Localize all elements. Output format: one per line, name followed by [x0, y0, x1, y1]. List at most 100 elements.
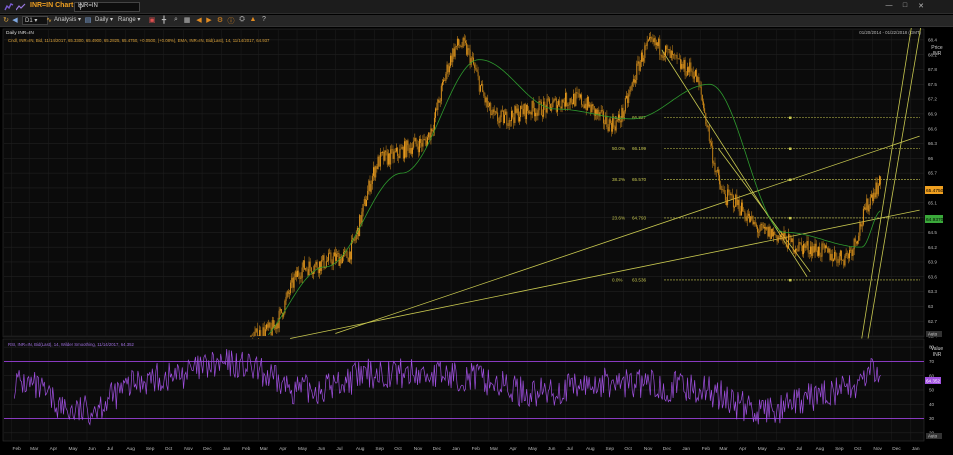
candle-body: [760, 223, 762, 231]
candle-body: [464, 40, 466, 43]
next-icon[interactable]: ▶: [205, 16, 213, 24]
price-tick-label: 63: [928, 304, 934, 309]
candle-body: [759, 230, 761, 232]
candle-body: [360, 215, 362, 225]
candle-body: [652, 39, 654, 43]
fib-handle[interactable]: [789, 278, 792, 282]
export-icon[interactable]: ▲: [249, 16, 257, 23]
candle-body: [826, 245, 827, 249]
candle-body: [499, 117, 501, 123]
candle-body: [621, 107, 623, 123]
close-icon[interactable]: ✕: [916, 2, 926, 10]
help-icon[interactable]: ?: [260, 16, 268, 23]
candle-body: [368, 180, 370, 191]
instrument-search-input[interactable]: INR=IN ⚲: [74, 2, 140, 12]
link-icon[interactable]: ↻: [2, 16, 10, 24]
interval-menu[interactable]: Daily ▾: [95, 16, 113, 23]
candle-body: [333, 252, 335, 257]
candle-body: [305, 268, 307, 270]
candle-body: [877, 185, 879, 195]
candle-body: [386, 151, 388, 165]
time-tick-label: Aug: [126, 446, 135, 452]
candle-body: [322, 255, 324, 261]
candle-body: [410, 148, 412, 154]
candle-body: [874, 192, 876, 198]
candle-body: [792, 238, 794, 252]
prev-icon[interactable]: ◀: [195, 16, 203, 24]
candle-body: [711, 142, 712, 146]
candle-body: [611, 123, 612, 132]
candle-body: [336, 253, 338, 261]
candle-body: [834, 252, 836, 260]
candle-body: [470, 58, 472, 65]
last-price-label: 65.4750: [926, 188, 944, 194]
candle-body: [709, 140, 711, 143]
time-tick-label: Nov: [644, 446, 653, 452]
color-picker-icon[interactable]: ▣: [148, 16, 156, 24]
candle-body: [615, 120, 617, 131]
candle-body: [435, 108, 436, 118]
candle-body: [800, 242, 802, 246]
candle-body: [508, 120, 510, 126]
grid-icon[interactable]: ▦: [183, 16, 191, 24]
candle-body: [805, 245, 807, 248]
chart-canvas[interactable]: Daily INR=IN 01/20/2014 - 01/22/2018 (GM…: [0, 28, 953, 455]
settings-icon[interactable]: ⛭: [238, 16, 246, 24]
candle-body: [811, 246, 813, 256]
candle-body: [330, 252, 332, 262]
candle-body: [703, 101, 704, 109]
time-tick-label: Jan: [452, 446, 460, 452]
fib-pct-label: 23.6%: [612, 215, 625, 220]
fib-handle[interactable]: [789, 147, 792, 151]
rsi-tick-label: 40: [929, 402, 935, 407]
candle-body: [468, 48, 470, 50]
candle-body: [563, 102, 565, 107]
candle-body: [287, 291, 289, 294]
candle-body: [816, 250, 818, 256]
candle-body: [675, 54, 677, 56]
minimize-icon[interactable]: —: [884, 2, 894, 9]
candle-body: [425, 140, 427, 146]
refresh-icon[interactable]: ◀: [11, 16, 19, 24]
candle-body: [481, 83, 482, 86]
candle-body: [382, 151, 384, 154]
chart-type-icon[interactable]: [16, 3, 26, 11]
candle-body: [509, 120, 511, 122]
analysis-menu[interactable]: Analysis ▾: [54, 16, 81, 23]
candle-body: [757, 226, 758, 233]
candle-body: [257, 338, 259, 339]
candle-body: [328, 253, 330, 261]
candle-body: [407, 140, 409, 146]
magnifier-icon[interactable]: ⚲: [78, 3, 137, 11]
candle-body: [876, 182, 878, 195]
crosshair-icon[interactable]: ╋: [160, 16, 168, 24]
candle-body: [533, 108, 535, 117]
interval-icon[interactable]: ▤: [84, 16, 92, 24]
maximize-icon[interactable]: □: [900, 2, 910, 9]
candle-body: [515, 106, 517, 113]
candle-body: [346, 250, 348, 258]
fib-handle[interactable]: [789, 216, 792, 220]
analysis-icon[interactable]: ∿: [45, 16, 53, 24]
price-tick-label: 65.1: [928, 200, 937, 205]
info-icon[interactable]: ⓘ: [227, 16, 235, 26]
candle-body: [668, 49, 670, 50]
time-tick-label: Mar: [719, 446, 728, 452]
candle-body: [528, 110, 530, 114]
candle-body: [378, 156, 380, 167]
candle-body: [761, 223, 763, 225]
options-icon[interactable]: ⚙: [216, 16, 224, 24]
candle-body: [485, 97, 487, 103]
candle-body: [362, 204, 364, 212]
candle-body: [706, 124, 708, 127]
fib-handle[interactable]: [789, 116, 792, 120]
zoom-icon[interactable]: ⌕: [172, 16, 180, 24]
candle-body: [842, 260, 844, 261]
candle-body: [770, 228, 772, 239]
interval-menu-label: Daily: [95, 17, 109, 23]
candle-body: [665, 45, 666, 56]
price-panel[interactable]: [2, 28, 925, 338]
candle-body: [619, 114, 620, 121]
range-menu[interactable]: Range ▾: [118, 16, 140, 23]
candle-body: [777, 236, 779, 242]
